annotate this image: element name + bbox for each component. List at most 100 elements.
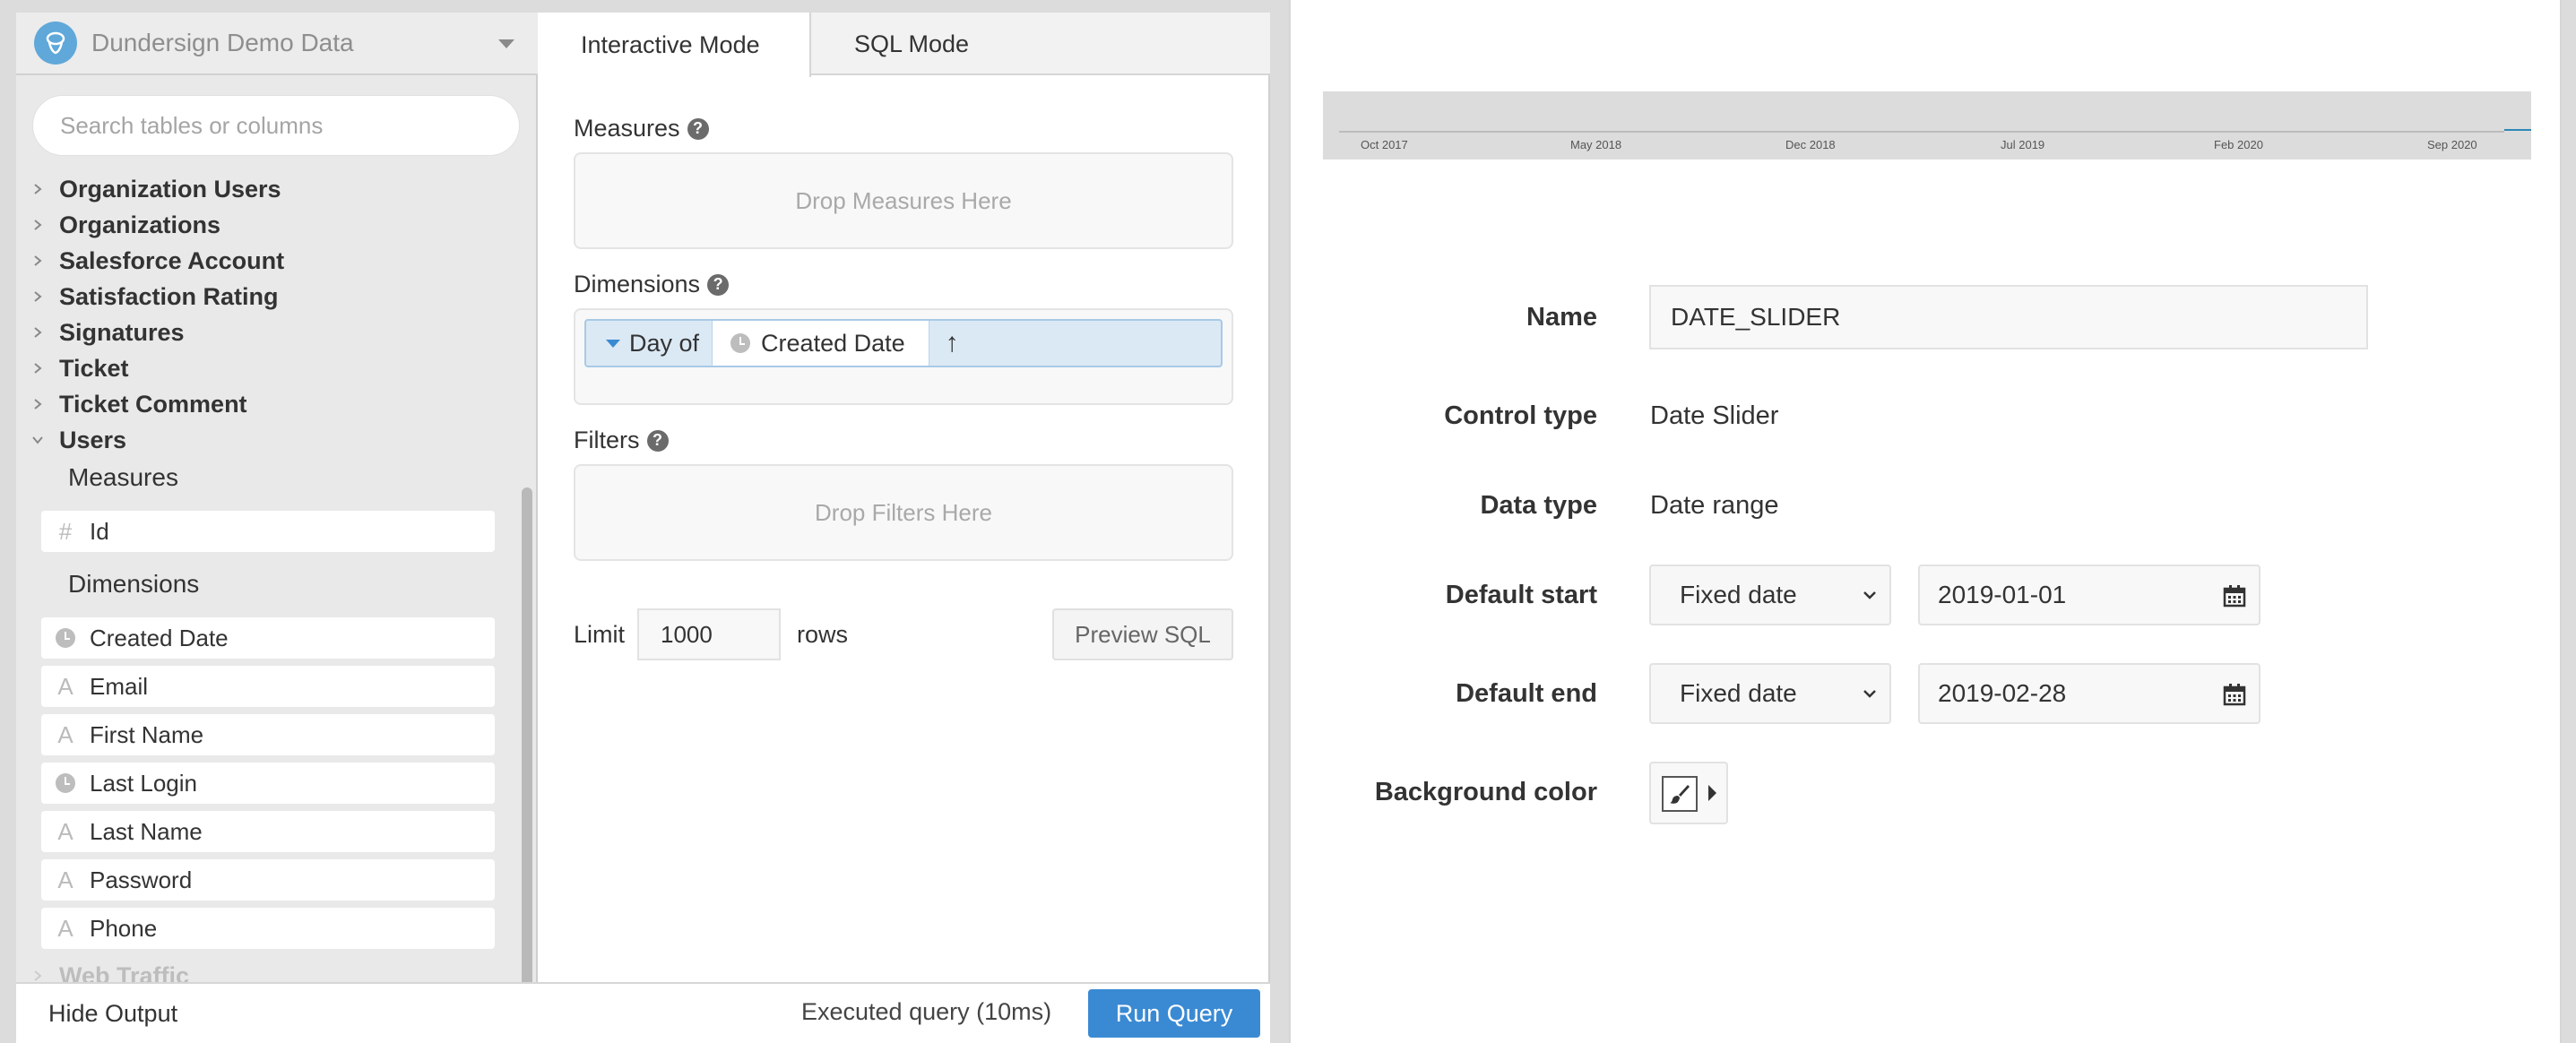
clock-icon <box>730 333 751 353</box>
timeline-tick: Sep 2020 <box>2427 138 2477 151</box>
default-start-mode-select[interactable]: Fixed date <box>1649 565 1891 625</box>
text-type-icon: A <box>57 720 73 748</box>
timeline-tick: Jul 2019 <box>2001 138 2045 151</box>
control-type-label: Control type <box>1444 401 1597 430</box>
field-label: Last Name <box>90 817 203 845</box>
run-query-button[interactable]: Run Query <box>1088 989 1260 1038</box>
timeline-tick: May 2018 <box>1570 138 1622 151</box>
calendar-icon[interactable] <box>2223 584 2246 608</box>
database-selector[interactable]: Dundersign Demo Data <box>16 13 538 75</box>
preview-sql-button[interactable]: Preview SQL <box>1052 608 1233 660</box>
table-label: Organizations <box>59 211 221 238</box>
dimension-modifier[interactable]: Day of <box>629 330 699 358</box>
name-label: Name <box>1526 303 1597 332</box>
limit-row: Limit rows <box>574 608 848 660</box>
dimension-field[interactable]: Created Date <box>712 321 929 366</box>
schema-scrollbar[interactable] <box>518 183 536 994</box>
chevron-down-icon <box>1863 591 1876 599</box>
limit-label: Limit <box>574 620 626 648</box>
tab-sql-mode[interactable]: SQL Mode <box>811 13 1012 75</box>
data-type-label: Data type <box>1480 491 1597 520</box>
search-input[interactable] <box>32 95 520 156</box>
color-swatch <box>1662 776 1698 812</box>
select-value: Fixed date <box>1680 679 1797 707</box>
measures-heading: Measures ? <box>574 115 709 142</box>
text-type-icon: A <box>57 817 73 845</box>
field-item-first-name[interactable]: A First Name <box>41 714 495 755</box>
control-name-input[interactable] <box>1649 285 2368 349</box>
table-label: Organization Users <box>59 178 281 203</box>
date-slider-preview[interactable]: Oct 2017 May 2018 Dec 2018 Jul 2019 Feb … <box>1323 91 2531 159</box>
tab-interactive-mode[interactable]: Interactive Mode <box>538 13 811 77</box>
default-start-label: Default start <box>1445 581 1597 609</box>
help-icon[interactable]: ? <box>646 429 669 452</box>
table-label: Ticket <box>59 354 129 382</box>
field-label: Id <box>90 517 109 545</box>
sort-ascending-icon[interactable]: ↑ <box>946 328 959 358</box>
table-item-satisfaction-rating[interactable]: Satisfaction Rating <box>29 279 279 315</box>
text-type-icon: A <box>57 672 73 700</box>
field-item-last-name[interactable]: A Last Name <box>41 811 495 852</box>
filters-dropzone[interactable]: Drop Filters Here <box>574 464 1233 561</box>
table-item-salesforce-account[interactable]: Salesforce Account <box>29 243 284 279</box>
field-item-id[interactable]: # Id <box>41 511 495 552</box>
chevron-right-icon <box>29 395 47 413</box>
chevron-down-icon <box>1863 690 1876 698</box>
schema-browser: Dundersign Demo Data Organization Users … <box>16 13 538 1043</box>
default-end-label: Default end <box>1456 679 1597 708</box>
field-item-phone[interactable]: A Phone <box>41 908 495 949</box>
table-item-ticket[interactable]: Ticket <box>29 350 129 386</box>
field-item-email[interactable]: A Email <box>41 666 495 707</box>
measures-dropzone[interactable]: Drop Measures Here <box>574 152 1233 249</box>
default-end-date-input[interactable]: 2019-02-28 <box>1918 663 2260 724</box>
caret-down-icon[interactable] <box>606 339 620 348</box>
date-value: 2019-02-28 <box>1938 679 2067 707</box>
timeline-selection[interactable] <box>2504 129 2531 131</box>
database-logo-icon <box>34 22 77 65</box>
window-edge <box>2562 0 2576 1043</box>
table-item-signatures[interactable]: Signatures <box>29 315 185 350</box>
field-item-last-login[interactable]: Last Login <box>41 763 495 804</box>
background-color-picker[interactable] <box>1649 762 1728 824</box>
dimensions-heading: Dimensions ? <box>574 271 730 298</box>
text-type-icon: A <box>57 866 73 893</box>
chevron-right-icon <box>29 359 47 377</box>
default-start-date-input[interactable]: 2019-01-01 <box>1918 565 2260 625</box>
clock-icon <box>41 628 90 648</box>
chevron-right-icon <box>29 180 47 198</box>
chevron-right-icon <box>29 323 47 341</box>
table-item-organizations[interactable]: Organizations <box>29 207 220 243</box>
field-item-created-date[interactable]: Created Date <box>41 617 495 659</box>
measures-heading-text: Measures <box>574 115 680 142</box>
table-item-organization-users[interactable]: Organization Users <box>29 178 281 207</box>
default-end-mode-select[interactable]: Fixed date <box>1649 663 1891 724</box>
data-type-value: Date range <box>1650 491 1779 520</box>
database-name: Dundersign Demo Data <box>91 29 354 56</box>
date-value: 2019-01-01 <box>1938 581 2067 608</box>
control-settings-panel: Oct 2017 May 2018 Dec 2018 Jul 2019 Feb … <box>1289 0 2562 1043</box>
hide-output-button[interactable]: Hide Output <box>48 1000 177 1028</box>
help-icon[interactable]: ? <box>687 117 709 140</box>
calendar-icon[interactable] <box>2223 683 2246 706</box>
field-label: Phone <box>90 914 158 942</box>
table-label: Users <box>59 426 127 453</box>
chevron-down-icon <box>498 39 514 48</box>
dimension-pill[interactable]: Day of Created Date ↑ <box>584 319 1223 367</box>
table-item-ticket-comment[interactable]: Ticket Comment <box>29 386 247 422</box>
chevron-right-icon <box>29 288 47 306</box>
rows-label: rows <box>797 620 849 648</box>
background-color-label: Background color <box>1374 778 1597 806</box>
table-item-users[interactable]: Users <box>29 422 126 458</box>
query-status: Executed query (10ms) <box>801 998 1052 1025</box>
select-value: Fixed date <box>1680 581 1797 608</box>
limit-input[interactable] <box>637 608 782 660</box>
timeline-axis <box>1339 131 2504 133</box>
help-icon[interactable]: ? <box>707 273 730 296</box>
timeline-tick: Feb 2020 <box>2214 138 2263 151</box>
scrollbar-thumb[interactable] <box>522 487 532 989</box>
table-label: Signatures <box>59 318 185 346</box>
mode-tabs: Interactive Mode SQL Mode <box>538 13 1270 77</box>
field-item-password[interactable]: A Password <box>41 859 495 901</box>
dimensions-dropzone[interactable]: Day of Created Date ↑ <box>574 308 1233 405</box>
field-label: Password <box>90 866 193 893</box>
